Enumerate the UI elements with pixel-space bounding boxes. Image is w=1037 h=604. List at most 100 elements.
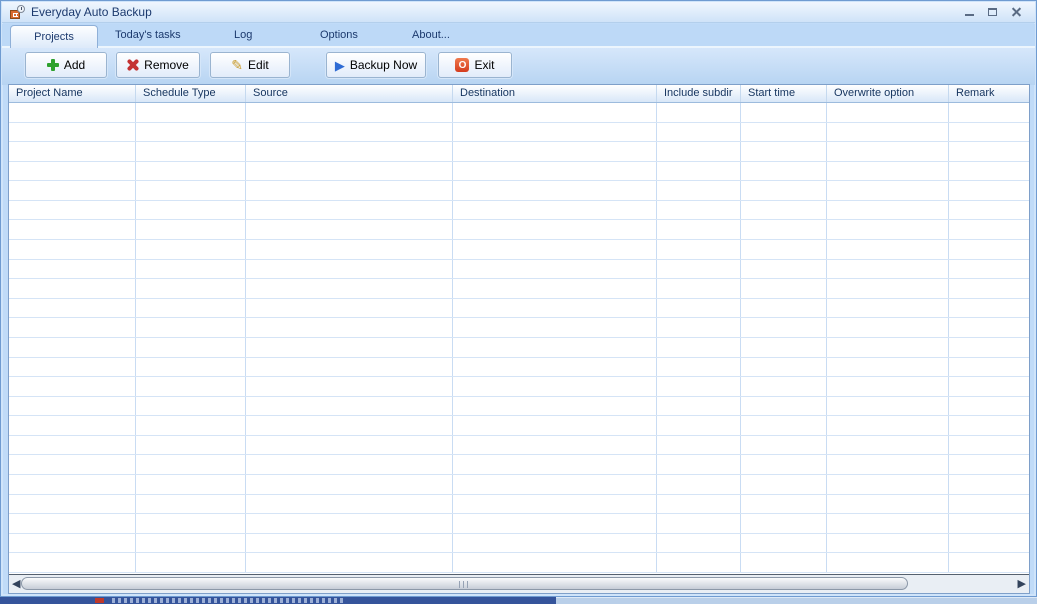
column-header-include-subdir[interactable]: Include subdir <box>657 85 741 102</box>
table-cell <box>827 474 949 494</box>
app-icon[interactable] <box>10 4 25 20</box>
table-cell <box>949 436 1029 455</box>
table-row[interactable] <box>9 161 1029 182</box>
table-cell <box>949 260 1029 279</box>
column-header-start-time[interactable]: Start time <box>741 85 827 102</box>
add-button[interactable]: Add <box>25 52 107 78</box>
tab-strip: Projects Today's tasks Log Options About… <box>2 24 1035 48</box>
table-row[interactable] <box>9 435 1029 456</box>
table-cell <box>136 240 246 259</box>
table-cell <box>246 416 453 435</box>
table-cell <box>136 220 246 240</box>
remove-button[interactable]: Remove <box>116 52 200 78</box>
table-row[interactable] <box>9 396 1029 417</box>
table-cell <box>136 435 246 455</box>
sliver-text-fragment <box>112 598 344 603</box>
table-cell <box>741 514 827 533</box>
table-row[interactable] <box>9 220 1029 241</box>
table-cell <box>741 396 827 416</box>
maximize-button[interactable] <box>987 7 1000 18</box>
table-row[interactable] <box>9 259 1029 280</box>
table-row[interactable] <box>9 122 1029 143</box>
table-cell <box>9 220 136 240</box>
table-cell <box>246 103 453 122</box>
table-cell <box>657 435 741 455</box>
table-row[interactable] <box>9 377 1029 397</box>
minimize-button[interactable] <box>964 7 977 18</box>
table-row[interactable] <box>9 240 1029 260</box>
column-header-overwrite-option[interactable]: Overwrite option <box>827 85 949 102</box>
minimize-icon <box>965 13 974 16</box>
table-row[interactable] <box>9 494 1029 515</box>
table-row[interactable] <box>9 514 1029 534</box>
table-cell <box>453 533 657 553</box>
table-cell <box>136 200 246 220</box>
table-row[interactable] <box>9 142 1029 162</box>
exit-button-label: Exit <box>474 58 495 72</box>
table-row[interactable] <box>9 298 1029 319</box>
table-row[interactable] <box>9 533 1029 554</box>
table-row[interactable] <box>9 181 1029 201</box>
column-header-project-name[interactable]: Project Name <box>9 85 136 102</box>
table-cell <box>246 220 453 240</box>
table-cell <box>949 181 1029 200</box>
titlebar[interactable]: Everyday Auto Backup <box>2 2 1035 23</box>
table-cell <box>741 220 827 240</box>
table-cell <box>949 455 1029 474</box>
table-cell <box>136 553 246 572</box>
table-cell <box>827 142 949 161</box>
table-cell <box>949 279 1029 298</box>
table-row[interactable] <box>9 553 1029 573</box>
close-button[interactable] <box>1010 7 1023 18</box>
table-cell <box>136 318 246 337</box>
table-cell <box>741 474 827 494</box>
table-cell <box>136 181 246 200</box>
table-cell <box>741 435 827 455</box>
table-cell <box>827 377 949 396</box>
column-header-remark[interactable]: Remark <box>949 85 1029 102</box>
table-cell <box>136 396 246 416</box>
exit-button[interactable]: O Exit <box>438 52 512 78</box>
table-row[interactable] <box>9 416 1029 436</box>
table-row[interactable] <box>9 103 1029 123</box>
column-header-source[interactable]: Source <box>246 85 453 102</box>
table-row[interactable] <box>9 318 1029 338</box>
clock-icon <box>17 4 25 13</box>
scrollbar-grip-icon <box>458 581 471 588</box>
exit-power-icon: O <box>455 58 470 72</box>
table-cell <box>9 377 136 396</box>
table-cell <box>949 338 1029 357</box>
table-cell <box>741 416 827 435</box>
table-cell <box>827 514 949 533</box>
horizontal-scrollbar[interactable]: ◀ ▶ <box>9 574 1029 593</box>
scroll-left-button[interactable]: ◀ <box>12 577 20 591</box>
scroll-right-button[interactable]: ▶ <box>1018 577 1026 591</box>
tab-log[interactable]: Log <box>234 29 252 41</box>
table-cell <box>949 201 1029 220</box>
tab-todays-tasks[interactable]: Today's tasks <box>115 29 181 41</box>
table-cell <box>827 455 949 474</box>
table-cell <box>657 416 741 435</box>
scrollbar-thumb[interactable] <box>21 577 908 590</box>
column-header-destination[interactable]: Destination <box>453 85 657 102</box>
table-row[interactable] <box>9 337 1029 358</box>
table-cell <box>741 200 827 220</box>
column-header-schedule-type[interactable]: Schedule Type <box>136 85 246 102</box>
backup-now-button[interactable]: ▶ Backup Now <box>326 52 426 78</box>
table-cell <box>453 377 657 396</box>
sliver-red-icon <box>95 598 104 603</box>
table-row[interactable] <box>9 279 1029 299</box>
screen: Everyday Auto Backup Projects Today's ta… <box>0 0 1037 604</box>
tab-projects[interactable]: Projects <box>10 25 98 48</box>
window-controls <box>964 7 1023 18</box>
edit-button[interactable]: ✎ Edit <box>210 52 290 78</box>
table-row[interactable] <box>9 357 1029 378</box>
tab-options[interactable]: Options <box>320 29 358 41</box>
table-cell <box>949 103 1029 122</box>
tab-about[interactable]: About... <box>412 29 450 41</box>
table-row[interactable] <box>9 474 1029 495</box>
table-row[interactable] <box>9 455 1029 475</box>
table-cell <box>827 298 949 318</box>
table-row[interactable] <box>9 200 1029 221</box>
sliver-light-segment <box>556 597 1037 604</box>
